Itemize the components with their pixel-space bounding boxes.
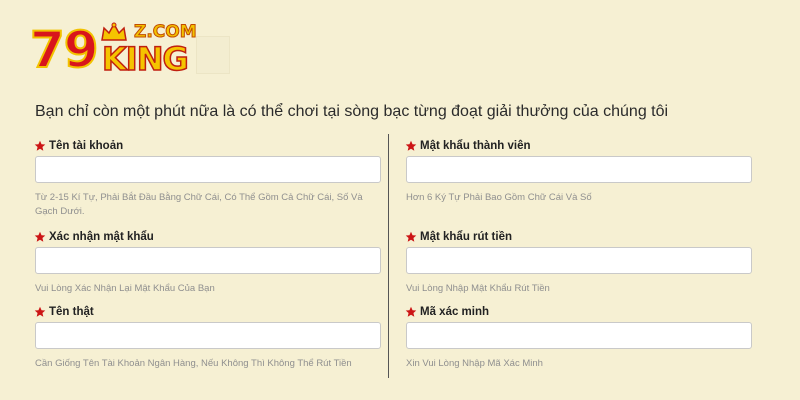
logo-brand: KING bbox=[101, 39, 189, 79]
member-password-input[interactable] bbox=[406, 156, 752, 183]
real-name-label: Tên thật bbox=[49, 306, 94, 318]
star-icon bbox=[34, 140, 46, 151]
star-icon bbox=[34, 231, 46, 242]
verification-code-hint: Xin Vui Lòng Nhập Mã Xác Minh bbox=[406, 358, 543, 369]
withdraw-password-hint: Vui Lòng Nhập Mật Khẩu Rút Tiền bbox=[406, 283, 550, 294]
withdraw-password-input[interactable] bbox=[406, 247, 752, 274]
withdraw-password-label: Mật khẩu rút tiền bbox=[420, 231, 513, 243]
logo-domain: Z.COM bbox=[134, 22, 198, 43]
verification-code-input[interactable] bbox=[406, 322, 752, 349]
field-confirm-password: Xác nhận mật khẩu Vui Lòng Xác Nhận Lại … bbox=[34, 229, 381, 296]
field-withdraw-password: Mật khẩu rút tiền Vui Lòng Nhập Mật Khẩu… bbox=[405, 229, 752, 296]
username-label: Tên tài khoản bbox=[49, 140, 124, 152]
crown-icon bbox=[101, 22, 127, 41]
column-divider bbox=[388, 134, 389, 378]
confirm-password-hint: Vui Lòng Xác Nhận Lại Mật Khẩu Của Bạn bbox=[35, 283, 215, 294]
field-verification-code: Mã xác minh Xin Vui Lòng Nhập Mã Xác Min… bbox=[405, 304, 752, 371]
site-logo[interactable]: 79 Z.COM KING bbox=[29, 20, 197, 82]
page-headline: Bạn chỉ còn một phút nữa là có thể chơi … bbox=[35, 103, 669, 120]
star-icon bbox=[405, 140, 417, 151]
star-icon bbox=[405, 306, 417, 317]
verification-code-label: Mã xác minh bbox=[420, 306, 490, 318]
confirm-password-label: Xác nhận mật khẩu bbox=[49, 231, 154, 243]
logo-number: 79 bbox=[29, 21, 100, 79]
star-icon bbox=[34, 306, 46, 317]
username-hint: Từ 2-15 Kí Tự, Phải Bắt Đầu Bằng Chữ Cái… bbox=[35, 192, 363, 217]
field-member-password: Mật khẩu thành viên Hơn 6 Ký Tự Phải Bao… bbox=[405, 138, 752, 205]
confirm-password-input[interactable] bbox=[35, 247, 381, 274]
star-icon bbox=[405, 231, 417, 242]
logo-backdrop bbox=[196, 36, 230, 74]
field-username: Tên tài khoản Từ 2-15 Kí Tự, Phải Bắt Đầ… bbox=[34, 138, 381, 219]
member-password-hint: Hơn 6 Ký Tự Phải Bao Gồm Chữ Cái Và Số bbox=[406, 192, 592, 203]
member-password-label: Mật khẩu thành viên bbox=[420, 140, 531, 152]
username-input[interactable] bbox=[35, 156, 381, 183]
real-name-input[interactable] bbox=[35, 322, 381, 349]
field-real-name: Tên thật Cần Giống Tên Tài Khoản Ngân Hà… bbox=[34, 304, 381, 371]
real-name-hint: Cần Giống Tên Tài Khoản Ngân Hàng, Nếu K… bbox=[35, 358, 352, 369]
